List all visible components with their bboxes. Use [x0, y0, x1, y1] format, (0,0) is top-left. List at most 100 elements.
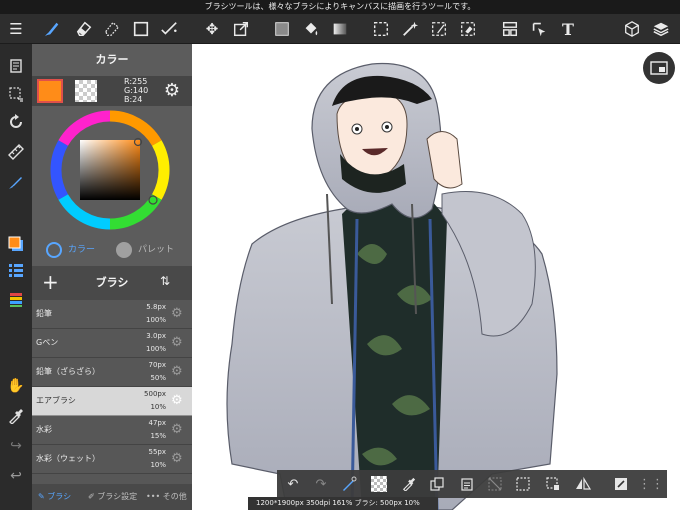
main-color-swatch[interactable] [37, 79, 63, 103]
brush-footer-icon: ✎ [38, 492, 45, 501]
select-all-icon[interactable] [513, 474, 533, 494]
rgb-r-value: R:255 [124, 77, 148, 86]
fill-color-icon[interactable] [270, 17, 294, 41]
top-toolbar: ☰ ✥ T [0, 14, 680, 44]
brush-row[interactable]: 鉛筆（ざらざら） 70px 50% ⚙ [32, 358, 192, 387]
ruler-icon[interactable] [4, 140, 28, 164]
eraser-tool-icon[interactable] [72, 17, 96, 41]
color-panel-tabs: カラー パレット [32, 234, 192, 266]
text-tool-icon[interactable]: T [556, 17, 580, 41]
rgb-g-value: G:140 [124, 86, 149, 95]
select-eraser-icon[interactable] [456, 17, 480, 41]
eyedropper-icon[interactable] [4, 404, 28, 428]
brush-settings-gear-icon[interactable]: ⚙ [171, 451, 183, 466]
brush-opacity: 100% [145, 316, 166, 324]
fullscreen-toggle-icon[interactable] [611, 474, 631, 494]
drawing-canvas[interactable] [192, 44, 680, 510]
bottom-toolbar: ↶ ↷ ⋮⋮ [277, 470, 667, 498]
rgb-b-value: B:24 [124, 95, 143, 104]
flip-horizontal-icon[interactable] [573, 474, 593, 494]
shape-tool-icon[interactable] [129, 17, 153, 41]
redo-button-icon[interactable]: ↷ [311, 474, 331, 494]
brush-row[interactable]: 水彩 47px 15% ⚙ [32, 416, 192, 445]
magic-wand-icon[interactable] [398, 17, 422, 41]
material-icon[interactable] [620, 17, 644, 41]
sort-brushes-icon[interactable]: ⇅ [160, 274, 170, 288]
copy-icon[interactable] [427, 474, 447, 494]
brush-panel: ブラシ + ⇅ 鉛筆 5.8px 100% ⚙ Gペン 3.0px 100% ⚙… [32, 266, 192, 510]
brush-opacity: 10% [150, 461, 166, 469]
tab-color-label: カラー [68, 245, 96, 255]
tab-color[interactable]: カラー [46, 240, 95, 260]
operation-tool-icon[interactable] [527, 17, 551, 41]
selection-menu-icon[interactable] [4, 82, 28, 106]
brush-opacity: 10% [150, 403, 166, 411]
color-tab-icon [46, 241, 62, 258]
brush-row-selected[interactable]: エアブラシ 500px 10% ⚙ [32, 387, 192, 416]
tool-tooltip: ブラシツールは、様々なブラシによりキャンバスに描画を行うツールです。 [0, 0, 680, 14]
brush-row[interactable]: 水彩（ウェット） 55px 10% ⚙ [32, 445, 192, 474]
grid-more-icon[interactable]: ⋮⋮ [638, 474, 664, 494]
color-wheel[interactable] [50, 110, 170, 230]
paste-icon[interactable] [457, 474, 477, 494]
deselect-icon[interactable] [543, 474, 563, 494]
left-sidebar: ✋ ↪ ↩ [0, 44, 32, 510]
brush-settings-gear-icon[interactable]: ⚙ [171, 422, 183, 437]
brush-opacity: 15% [150, 432, 166, 440]
palette-tab-icon [116, 241, 132, 258]
menu-icon[interactable]: ☰ [4, 17, 28, 41]
select-tool-icon[interactable] [369, 17, 393, 41]
footer-brush-tab[interactable]: ✎ ブラシ [38, 491, 71, 502]
color-panel-title: カラー [95, 53, 129, 66]
sub-color-swatch[interactable] [75, 80, 97, 102]
layers-icon[interactable] [649, 17, 673, 41]
more-icon: ••• [146, 492, 161, 501]
brush-tool-icon[interactable] [40, 17, 64, 41]
footer-other-tab[interactable]: ••• その他 [146, 491, 187, 502]
brush-row[interactable]: Gペン 3.0px 100% ⚙ [32, 329, 192, 358]
brush-row[interactable]: 鉛筆 5.8px 100% ⚙ [32, 300, 192, 329]
footer-settings-tab[interactable]: ✐ ブラシ設定 [88, 491, 137, 502]
brush-settings-gear-icon[interactable]: ⚙ [171, 335, 183, 350]
brush-settings-gear-icon[interactable]: ⚙ [171, 364, 183, 379]
tab-palette[interactable]: パレット [116, 240, 174, 260]
brush-opacity: 100% [145, 345, 166, 353]
select-pen-icon[interactable] [427, 17, 451, 41]
rotate-icon[interactable] [4, 110, 28, 134]
tab-palette-label: パレット [138, 245, 175, 255]
brush-size: 5.8px [146, 303, 166, 311]
transparent-color-icon[interactable] [369, 474, 389, 494]
ruler-brush-icon[interactable] [157, 17, 181, 41]
brush-panel-header: ブラシ + ⇅ [32, 266, 192, 300]
clear-layer-icon[interactable] [485, 474, 505, 494]
transparent-eraser-icon[interactable] [100, 17, 124, 41]
brush-name: 水彩（ウェット） [36, 454, 100, 463]
brush-settings-gear-icon[interactable]: ⚙ [171, 306, 183, 321]
document-icon[interactable] [4, 54, 28, 78]
move-tool-icon[interactable]: ✥ [200, 17, 224, 41]
swatch-row: R:255 G:140 B:24 ⚙ [32, 76, 192, 106]
status-bar: 1200*1900px 350dpi 161% ブラシ: 500px 10% [248, 497, 438, 510]
bucket-tool-icon[interactable] [299, 17, 323, 41]
navigator-button[interactable] [643, 52, 675, 84]
undo-icon[interactable]: ↩ [4, 464, 28, 488]
color-settings-gear-icon[interactable]: ⚙ [162, 81, 182, 101]
add-brush-button[interactable]: + [42, 270, 59, 294]
stabilizer-icon[interactable] [4, 170, 28, 194]
brush-settings-gear-icon[interactable]: ⚙ [171, 393, 183, 408]
layer-list-icon[interactable] [4, 288, 28, 312]
gradient-tool-icon[interactable] [328, 17, 352, 41]
redo-icon[interactable]: ↪ [4, 434, 28, 458]
color-palette-toggle-icon[interactable] [4, 232, 28, 256]
rgb-readout: R:255 G:140 B:24 [124, 77, 148, 104]
eyedropper-quick-icon[interactable] [399, 474, 419, 494]
hand-tool-icon[interactable]: ✋ [4, 374, 28, 398]
undo-button-icon[interactable]: ↶ [283, 474, 303, 494]
brush-size: 500px [144, 390, 166, 398]
footer-other-label: その他 [162, 492, 187, 501]
brush-quick-icon[interactable] [339, 474, 359, 494]
transform-tool-icon[interactable] [229, 17, 253, 41]
brush-list-icon[interactable] [4, 258, 28, 282]
artwork-illustration [226, 62, 558, 510]
frame-divider-icon[interactable] [498, 17, 522, 41]
